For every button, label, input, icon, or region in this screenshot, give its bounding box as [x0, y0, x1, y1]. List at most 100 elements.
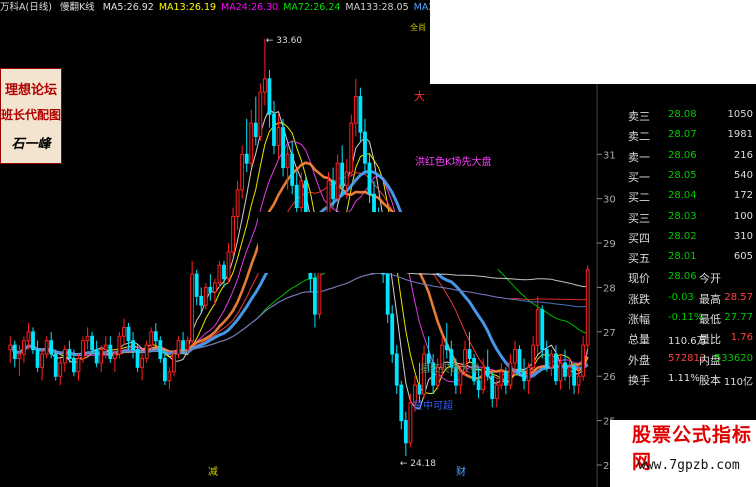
- candle-body: [249, 122, 254, 164]
- stat-label: 现价: [628, 272, 650, 286]
- candle-body: [85, 335, 90, 342]
- stat-value: 1.11%: [668, 372, 700, 384]
- candle-body: [276, 127, 281, 146]
- candle-body: [526, 366, 531, 382]
- candle-body: [244, 153, 249, 164]
- candle-body: [490, 375, 495, 399]
- buy-volume: 172: [733, 190, 753, 202]
- candle-body: [499, 371, 504, 386]
- stat-value-2: 28.57: [724, 291, 753, 303]
- buy-row-2: 买三 28.03 100: [598, 208, 756, 228]
- candle-body: [285, 153, 290, 169]
- buy-row-1: 买二 28.04 172: [598, 187, 756, 207]
- stat-value-2: 110亿: [723, 376, 753, 388]
- buy-volume: 310: [733, 230, 753, 242]
- sell-volume: 216: [733, 149, 753, 161]
- stat-label-2: 最高: [699, 292, 721, 306]
- sell-label: 卖三: [628, 110, 650, 123]
- candle-body: [117, 335, 122, 355]
- candle-body: [162, 357, 167, 382]
- candle-body: [535, 309, 540, 346]
- candle-body: [94, 349, 99, 364]
- candle-body: [513, 349, 517, 364]
- candle-body: [22, 340, 26, 355]
- redaction-box: [258, 212, 498, 273]
- candle-body: [572, 366, 576, 386]
- stat-label: 涨幅: [628, 313, 650, 326]
- candle-body: [553, 353, 558, 382]
- stock-name[interactable]: 万科A(日线): [0, 2, 52, 13]
- buy-label: 买二: [628, 191, 650, 205]
- sell-label: 卖一: [628, 150, 650, 164]
- stat-row-4: 外盘 572812 内盘 533620: [598, 350, 756, 370]
- candle-body: [476, 380, 481, 391]
- stat-label: 涨跌: [628, 292, 650, 306]
- candle-body: [203, 286, 208, 306]
- candle-body: [390, 313, 395, 355]
- candle-body: [294, 184, 299, 209]
- candle-body: [508, 362, 513, 386]
- candle-body: [190, 273, 195, 342]
- high-price-label: ← 33.60: [266, 36, 302, 46]
- candle-body: [167, 371, 172, 382]
- screenshot-mask: [430, 0, 756, 84]
- annotation-text-3: 星红买进大星: [420, 362, 480, 375]
- candle-body: [576, 375, 581, 386]
- candle-body: [212, 282, 217, 293]
- candle-body: [26, 331, 31, 342]
- candle-body: [67, 349, 72, 359]
- candle-body: [108, 344, 113, 359]
- candle-body: [49, 340, 54, 355]
- ma-value-4: MA133:28.05: [345, 2, 409, 13]
- candle-body: [313, 278, 317, 315]
- stat-value: -0.03: [668, 291, 694, 303]
- bottom-marker-1: 减: [208, 466, 218, 478]
- stat-label-2: 股本: [699, 373, 721, 387]
- candle-body: [176, 340, 181, 355]
- candle-body: [549, 353, 554, 368]
- stat-label: 总量: [628, 333, 650, 347]
- candle-body: [253, 122, 258, 138]
- buy-label: 买四: [628, 231, 650, 245]
- candle-body: [231, 215, 235, 253]
- candle-body: [585, 269, 590, 346]
- candle-body: [240, 153, 245, 191]
- annotation-text-2: 洪红色K场先大盘: [415, 155, 492, 168]
- candle-body: [408, 402, 413, 444]
- candle-body: [367, 162, 372, 195]
- candle-body: [135, 349, 140, 368]
- candle-body: [544, 349, 549, 368]
- buy-price: 28.04: [668, 190, 697, 202]
- candle-body: [581, 344, 586, 377]
- candle-body: [90, 335, 95, 351]
- candle-body: [567, 366, 572, 377]
- stat-value: 28.06: [668, 271, 697, 283]
- stat-label: 外盘: [628, 353, 650, 367]
- candle-body: [235, 189, 240, 217]
- ma-value-1: MA13:26.19: [158, 2, 217, 13]
- candle-body: [358, 96, 363, 133]
- candle-body: [503, 371, 508, 386]
- buy-price: 28.02: [668, 230, 697, 242]
- stat-value-2: 1.76: [730, 332, 753, 344]
- candle-body: [12, 344, 17, 359]
- candle-body: [522, 371, 526, 382]
- buy-price: 28.05: [668, 169, 697, 181]
- candle-body: [272, 113, 276, 146]
- candle-body: [399, 384, 404, 422]
- buy-price: 28.03: [668, 210, 697, 222]
- stat-label: 换手: [628, 373, 650, 387]
- buy-row-4: 买五 28.01 605: [598, 248, 756, 268]
- candle-body: [331, 180, 336, 200]
- candle-body: [481, 366, 486, 391]
- watermark-url[interactable]: www.7gpzb.com: [638, 458, 740, 473]
- stat-row-5: 换手 1.11% 股本 110亿: [598, 370, 756, 390]
- stat-row-2: 涨幅 -0.11% 最低 27.77: [598, 309, 756, 329]
- annotation-text-4: 星中可超: [413, 399, 453, 412]
- candle-body: [262, 78, 267, 93]
- forum-stamp: 理想论坛 班长代配图 石一峰: [0, 68, 62, 164]
- site-watermark: 股票公式指标网 www.7gpzb.com: [610, 420, 756, 487]
- candle-body: [153, 331, 158, 342]
- candle-body: [531, 344, 536, 368]
- candle-body: [31, 331, 35, 351]
